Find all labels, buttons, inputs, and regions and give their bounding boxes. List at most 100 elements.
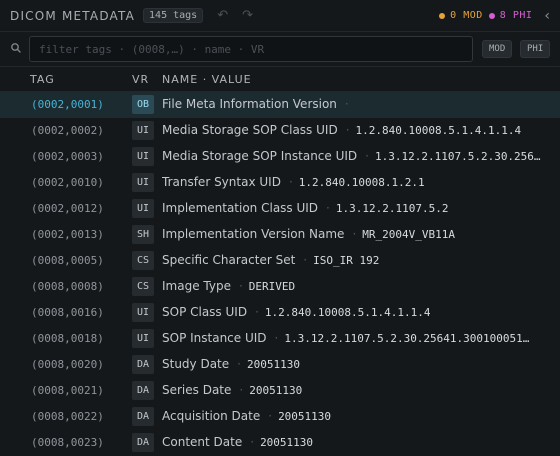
vr-badge: UI: [132, 147, 154, 166]
tag-value[interactable]: 20051130: [247, 358, 300, 371]
tag-name: File Meta Information Version: [162, 97, 337, 111]
tag-value[interactable]: 1.2.840.10008.1.2.1: [299, 176, 425, 189]
tag-id: (0008,0021): [31, 384, 104, 397]
tag-value[interactable]: 20051130: [249, 384, 302, 397]
table-row[interactable]: (0002,0003) UI Media Storage SOP Instance …: [0, 144, 560, 170]
separator-dot: ·: [239, 383, 244, 397]
name-value: SOP Instance UID · 1.3.12.2.1107.5.2.30.25…: [162, 331, 552, 345]
tag-id: (0008,0016): [31, 306, 104, 319]
tag-id: (0002,0001): [31, 98, 104, 111]
separator-dot: ·: [255, 305, 259, 319]
filter-phi-chip[interactable]: PHI: [520, 40, 551, 58]
separator-dot: ·: [352, 227, 357, 241]
tag-value[interactable]: 1.3.12.2.1107.5.2.30.25641.300100051…: [284, 332, 529, 345]
tag-name: SOP Instance UID: [162, 331, 267, 345]
tag-name: Media Storage SOP Instance UID: [162, 149, 358, 163]
separator-dot: ·: [344, 97, 349, 111]
table-row[interactable]: (0002,0012) UI Implementation Class UID · 1.…: [0, 196, 560, 222]
tag-name: SOP Class UID: [162, 305, 248, 319]
column-header: TAG VR NAME · VALUE: [0, 67, 560, 92]
separator-dot: ·: [288, 175, 293, 189]
tag-value[interactable]: ISO_IR 192: [313, 254, 379, 267]
vr-badge: DA: [132, 355, 154, 374]
modified-count-stat: 0 MOD: [439, 10, 483, 21]
tag-value[interactable]: 1.3.12.2.1107.5.2.30.256…: [375, 150, 541, 163]
search-icon: [11, 43, 21, 53]
tag-id: (0008,0018): [31, 332, 104, 345]
search-bar: MOD PHI: [0, 31, 560, 67]
table-row[interactable]: (0002,0013) SH Implementation Version Name…: [0, 222, 560, 248]
table-row[interactable]: (0008,0008) CS Image Type · DERIVED: [0, 274, 560, 300]
tag-name: Image Type: [162, 279, 231, 293]
tag-id: (0008,0008): [31, 280, 104, 293]
tag-id: (0002,0012): [31, 202, 104, 215]
tag-id: (0002,0013): [31, 228, 104, 241]
tag-value[interactable]: 1.2.840.10008.5.1.4.1.1.4: [265, 306, 431, 319]
vr-badge: UI: [132, 199, 154, 218]
tag-id: (0008,0020): [31, 358, 104, 371]
vr-badge: UI: [132, 121, 154, 140]
separator-dot: ·: [238, 279, 243, 293]
column-tag[interactable]: TAG: [30, 73, 55, 86]
table-row[interactable]: (0002,0001) OB File Meta Information Versi…: [0, 92, 560, 118]
tag-id: (0002,0003): [31, 150, 104, 163]
vr-badge: UI: [132, 329, 154, 348]
table-row[interactable]: (0008,0021) DA Series Date · 20051130: [0, 378, 560, 404]
filter-mod-chip[interactable]: MOD: [482, 40, 513, 58]
tag-name: Transfer Syntax UID: [162, 175, 281, 189]
tag-id: (0008,0005): [31, 254, 104, 267]
name-value: Image Type · DERIVED: [162, 279, 552, 293]
vr-badge: UI: [132, 303, 154, 322]
modified-count-label: 0 MOD: [450, 10, 483, 21]
redo-icon[interactable]: ↷: [242, 8, 253, 23]
table-row[interactable]: (0008,0016) UI SOP Class UID · 1.2.840.10008…: [0, 300, 560, 326]
name-value: Study Date · 20051130: [162, 357, 552, 371]
panel-title: DICOM METADATA: [10, 8, 136, 23]
separator-dot: ·: [326, 201, 330, 215]
separator-dot: ·: [250, 435, 255, 449]
phi-count-label: 8 PHI: [499, 10, 533, 21]
filter-tags-input[interactable]: [29, 36, 473, 62]
vr-badge: CS: [132, 277, 154, 296]
phi-dot-icon: [488, 12, 495, 19]
column-vr[interactable]: VR: [132, 73, 149, 86]
tag-name: Implementation Version Name: [162, 227, 345, 241]
table-row[interactable]: (0008,0022) DA Acquisition Date · 20051130: [0, 404, 560, 430]
table-row[interactable]: (0008,0023) DA Content Date · 20051130: [0, 430, 560, 456]
undo-icon[interactable]: ↶: [217, 8, 228, 23]
tag-value[interactable]: 1.2.840.10008.5.1.4.1.1.4: [356, 124, 522, 137]
tag-id: (0008,0023): [31, 436, 104, 449]
tag-name: Content Date: [162, 435, 243, 449]
vr-badge: UI: [132, 173, 154, 192]
tag-value[interactable]: 20051130: [278, 410, 331, 423]
name-value: Transfer Syntax UID · 1.2.840.10008.1.2.1: [162, 175, 552, 189]
tag-name: Implementation Class UID: [162, 201, 319, 215]
name-value: Media Storage SOP Class UID · 1.2.840.1000…: [162, 123, 552, 137]
name-value: SOP Class UID · 1.2.840.10008.5.1.4.1.1.4: [162, 305, 552, 319]
name-value: Content Date · 20051130: [162, 435, 552, 449]
vr-badge: CS: [132, 251, 154, 270]
tag-value[interactable]: MR_2004V_VB11A: [362, 228, 455, 241]
name-value: File Meta Information Version ·: [162, 97, 552, 111]
column-name-value[interactable]: NAME · VALUE: [162, 73, 252, 86]
collapse-panel-icon[interactable]: ‹: [544, 8, 550, 24]
vr-badge: DA: [132, 381, 154, 400]
tag-id: (0008,0022): [31, 410, 104, 423]
table-row[interactable]: (0002,0010) UI Transfer Syntax UID · 1.2.840…: [0, 170, 560, 196]
tag-id: (0002,0010): [31, 176, 104, 189]
tag-value[interactable]: 1.3.12.2.1107.5.2: [336, 202, 449, 215]
tag-value[interactable]: DERIVED: [249, 280, 295, 293]
tag-value[interactable]: 20051130: [260, 436, 313, 449]
tag-list: (0002,0001) OB File Meta Information Versi…: [0, 92, 560, 456]
table-row[interactable]: (0002,0002) UI Media Storage SOP Class UID…: [0, 118, 560, 144]
tag-count-badge: 145 tags: [143, 8, 204, 23]
separator-dot: ·: [303, 253, 308, 267]
tag-id: (0002,0002): [31, 124, 104, 137]
table-row[interactable]: (0008,0005) CS Specific Character Set · ISO_…: [0, 248, 560, 274]
table-row[interactable]: (0008,0020) DA Study Date · 20051130: [0, 352, 560, 378]
tag-name: Series Date: [162, 383, 232, 397]
separator-dot: ·: [365, 149, 369, 163]
name-value: Series Date · 20051130: [162, 383, 552, 397]
tag-name: Specific Character Set: [162, 253, 296, 267]
table-row[interactable]: (0008,0018) UI SOP Instance UID · 1.3.12.2.1…: [0, 326, 560, 352]
